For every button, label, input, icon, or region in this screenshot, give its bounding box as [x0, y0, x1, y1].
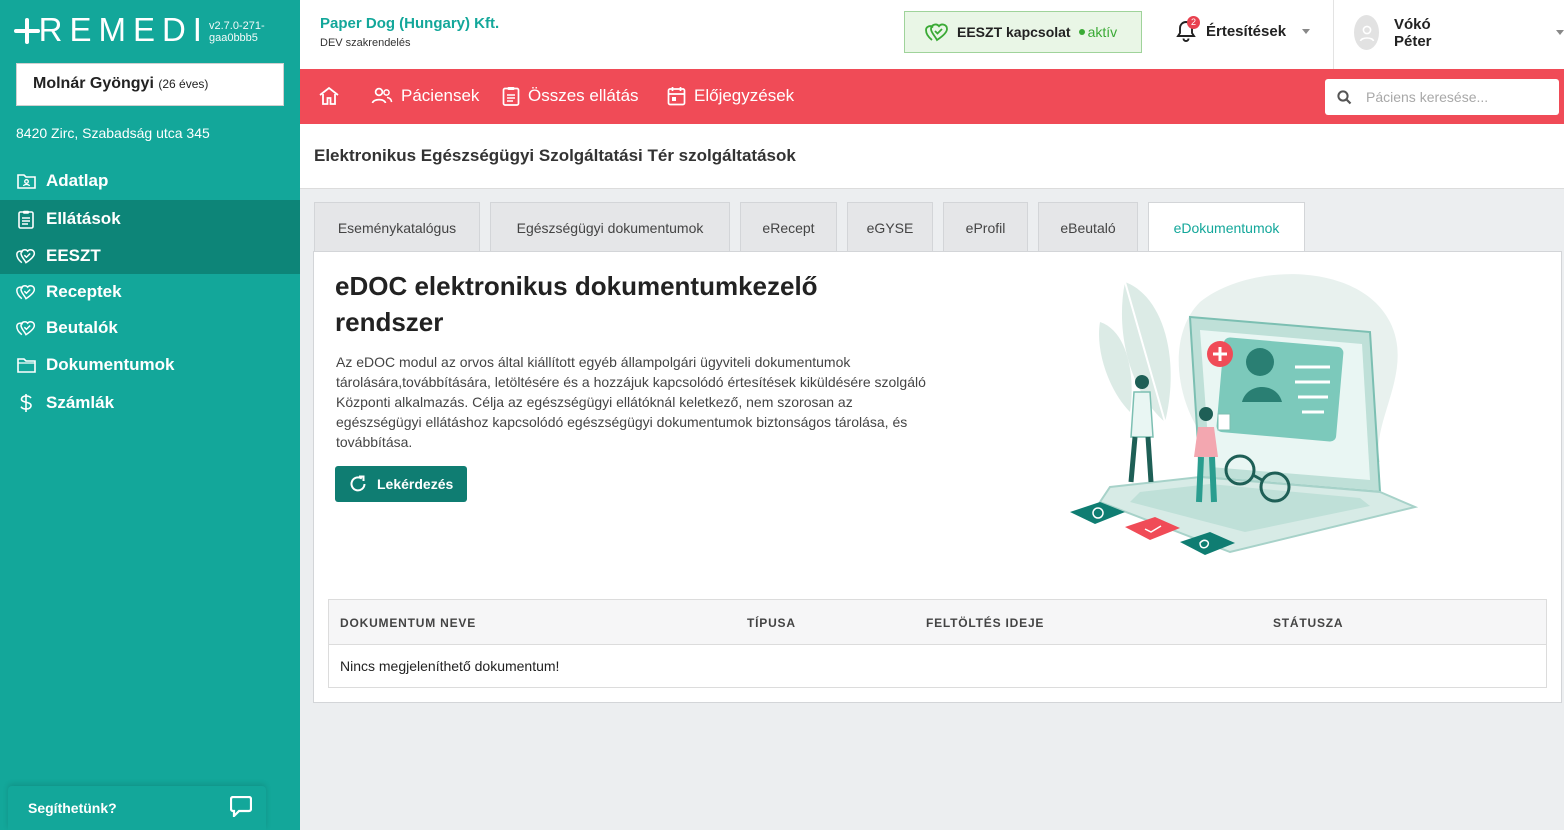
clipboard-icon — [502, 86, 520, 106]
app-logo[interactable]: REMEDI v2.7.0-271-gaa0bbb5 — [14, 12, 300, 48]
tab-ebeutalo[interactable]: eBeutaló — [1038, 202, 1138, 252]
organization-unit: DEV szakrendelés — [320, 37, 411, 49]
sidebar-item-receptek[interactable]: Receptek — [0, 274, 300, 310]
nav-all-care[interactable]: Összes ellátás — [502, 86, 639, 106]
tab-edokumentumok[interactable]: eDokumentumok — [1148, 202, 1305, 253]
heart-check-icon — [16, 246, 36, 266]
chevron-down-icon — [1302, 28, 1311, 34]
sidebar-item-szamlak[interactable]: Számlák — [0, 384, 300, 422]
tab-esemenykatalogus[interactable]: Eseménykatalógus — [314, 202, 480, 252]
patient-age: (26 éves) — [158, 77, 209, 91]
heart-check-icon — [16, 282, 36, 302]
eeszt-connection-status[interactable]: EESZT kapcsolat aktív — [904, 11, 1142, 53]
notifications-dropdown[interactable]: 2 Értesítések — [1176, 16, 1311, 42]
logo-plus-icon — [14, 18, 40, 44]
sidebar-item-label: Számlák — [46, 393, 115, 412]
doctor-laptop-illustration — [1070, 274, 1419, 555]
panel-title: eDOC elektronikus dokumentumkezelő rends… — [335, 271, 818, 337]
sidebar-item-dokumentumok[interactable]: Dokumentumok — [0, 346, 300, 384]
sidebar: REMEDI v2.7.0-271-gaa0bbb5 Molnár Gyöngy… — [0, 0, 300, 830]
column-header-type[interactable]: TÍPUSA — [747, 616, 796, 630]
heart-check-icon — [925, 22, 949, 42]
heart-check-icon — [16, 318, 36, 338]
tab-egyse[interactable]: eGYSE — [847, 202, 933, 252]
chat-bubble-icon — [229, 795, 253, 820]
sidebar-nav: Adatlap Ellátások EESZT Receptek Beutaló… — [0, 162, 300, 422]
calendar-icon — [667, 86, 686, 106]
help-chat-button[interactable]: Segíthetünk? — [8, 786, 266, 830]
search-input[interactable] — [1366, 89, 1546, 105]
nav-item-label: Páciensek — [401, 86, 480, 105]
status-dot — [1078, 29, 1085, 35]
folder-user-icon — [16, 171, 36, 191]
sidebar-item-adatlap[interactable]: Adatlap — [0, 162, 300, 200]
home-icon[interactable] — [318, 86, 340, 111]
search-icon — [1337, 89, 1352, 105]
sidebar-item-eeszt[interactable]: EESZT — [0, 238, 300, 274]
user-name: Vókó Péter — [1394, 15, 1432, 50]
table-empty-message: Nincs megjeleníthető dokumentum! — [340, 658, 560, 674]
header-divider — [1333, 0, 1334, 69]
organization-info[interactable]: Paper Dog (Hungary) Kft. DEV szakrendelé… — [320, 15, 499, 49]
page-title: Elektronikus Egészségügyi Szolgáltatási … — [314, 146, 796, 165]
sidebar-item-label: EESZT — [46, 246, 101, 265]
column-header-status[interactable]: STÁTUSZA — [1273, 616, 1343, 630]
patient-address: 8420 Zirc, Szabadság utca 345 — [16, 125, 210, 141]
query-button[interactable]: Lekérdezés — [335, 466, 467, 502]
help-label: Segíthetünk? — [28, 800, 117, 816]
sidebar-item-ellatasok[interactable]: Ellátások — [0, 200, 300, 238]
sidebar-item-label: Dokumentumok — [46, 355, 175, 374]
patient-selector[interactable]: Molnár Gyöngyi (26 éves) — [16, 63, 284, 106]
panel-description: Az eDOC modul az orvos által kiállított … — [336, 354, 926, 450]
user-menu[interactable]: Vókó Péter — [1354, 15, 1564, 50]
patient-name: Molnár Gyöngyi — [33, 75, 154, 92]
nav-item-label: Előjegyzések — [694, 86, 795, 105]
organization-name: Paper Dog (Hungary) Kft. — [320, 15, 500, 32]
clipboard-icon — [16, 209, 36, 229]
nav-appointments[interactable]: Előjegyzések — [667, 86, 794, 106]
dollar-icon — [16, 393, 36, 413]
edoc-panel: eDOC elektronikus dokumentumkezelő rends… — [313, 251, 1562, 703]
documents-table: DOKUMENTUM NEVE TÍPUSA FELTÖLTÉS IDEJE S… — [328, 599, 1547, 688]
refresh-icon — [349, 475, 367, 493]
tab-erecept[interactable]: eRecept — [740, 202, 837, 252]
avatar — [1354, 15, 1379, 50]
sidebar-item-label: Beutalók — [46, 318, 118, 337]
chevron-down-icon — [1556, 30, 1564, 35]
users-icon — [371, 87, 393, 105]
sidebar-item-beutalok[interactable]: Beutalók — [0, 310, 300, 346]
nav-item-label: Összes ellátás — [528, 86, 639, 105]
column-header-upload-time[interactable]: FELTÖLTÉS IDEJE — [926, 616, 1044, 630]
page-header: Elektronikus Egészségügyi Szolgáltatási … — [300, 124, 1564, 189]
folder-icon — [16, 355, 36, 375]
top-header: Paper Dog (Hungary) Kft. DEV szakrendelé… — [300, 0, 1564, 69]
logo-text: REMEDI — [38, 11, 209, 48]
bell-icon: 2 — [1176, 16, 1200, 42]
table-header-row: DOKUMENTUM NEVE TÍPUSA FELTÖLTÉS IDEJE S… — [329, 600, 1546, 645]
notifications-label: Értesítések — [1206, 22, 1287, 40]
app-version: v2.7.0-271-gaa0bbb5 — [208, 20, 265, 44]
tab-eprofil[interactable]: eProfil — [943, 202, 1028, 252]
query-button-label: Lekérdezés — [377, 476, 454, 492]
sidebar-item-label: Adatlap — [46, 171, 109, 190]
sidebar-item-label: Ellátások — [46, 209, 121, 228]
eeszt-label: EESZT kapcsolat — [957, 24, 1071, 40]
patient-search[interactable] — [1325, 79, 1559, 115]
eeszt-status-text: aktív — [1087, 24, 1118, 40]
main-nav: Páciensek Összes ellátás Előjegyzések — [300, 69, 1564, 124]
sidebar-item-label: Receptek — [46, 282, 122, 301]
tab-egeszsegugyi-dokumentumok[interactable]: Egészségügyi dokumentumok — [490, 202, 730, 252]
column-header-name[interactable]: DOKUMENTUM NEVE — [340, 616, 476, 630]
sidebar-group-ellatasok: Ellátások EESZT — [0, 200, 300, 274]
nav-patients[interactable]: Páciensek — [371, 86, 479, 106]
notification-count-badge: 2 — [1187, 16, 1200, 29]
